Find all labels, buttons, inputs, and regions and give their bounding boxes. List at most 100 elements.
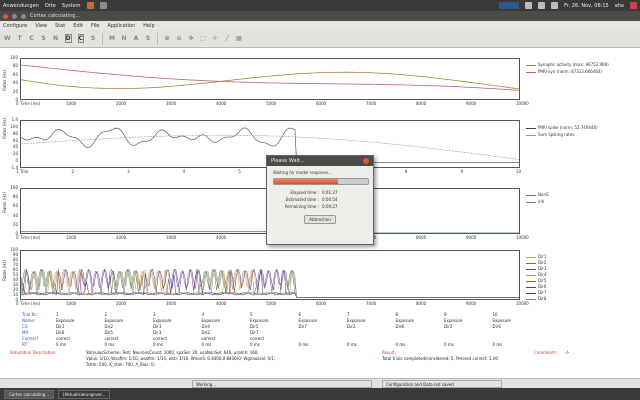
info-cell-correct: correct: [201, 336, 216, 341]
dialog-message: Waiting for model response...: [273, 170, 332, 175]
select-icon[interactable]: ⬚: [200, 35, 206, 42]
info-cell-name: Exposure: [395, 318, 415, 323]
p3-ytick: 40: [12, 212, 18, 218]
system-menu[interactable]: System: [62, 3, 81, 9]
minimize-icon[interactable]: [12, 13, 17, 19]
p2-ytick: 1.4: [11, 117, 18, 122]
p1-ytick: 20: [12, 88, 18, 94]
cancel-button[interactable]: Abbrechen: [304, 215, 336, 224]
menu-help[interactable]: Help: [143, 23, 154, 29]
plot3-ylabel: Rates (Hz): [2, 192, 7, 213]
info-cell-n: 3: [153, 312, 156, 317]
info-row-label: Trial Nr.:: [22, 312, 39, 317]
applications-menu[interactable]: Anwendungen: [3, 3, 39, 9]
remaining-row: Remaining time :0:00:27: [273, 204, 367, 209]
p1-xtick: 10000: [516, 101, 529, 106]
info-cell-mr: Dir8: [56, 330, 65, 335]
p3-xtick: 4000: [216, 235, 227, 240]
toolbar-button-m[interactable]: M: [109, 35, 115, 42]
legend-label: NonS: [538, 192, 549, 197]
pan-icon[interactable]: ✥: [188, 35, 194, 42]
volume-icon[interactable]: [538, 2, 546, 9]
toolbar-button-d[interactable]: D: [64, 34, 72, 43]
please-wait-dialog[interactable]: Please Wait... Waiting for model respons…: [266, 155, 374, 245]
plot1-legend-item-1: fMRI-syn (norm: 87312.666464): [526, 68, 609, 75]
p2-xtick: 2: [71, 169, 75, 174]
simulation-description-label: Simulation Description:: [10, 350, 57, 355]
p1-xtick: 1000: [66, 101, 77, 106]
crosshair-icon[interactable]: ✛: [212, 35, 218, 42]
legend-swatch: [526, 71, 536, 73]
line-icon[interactable]: ╱: [224, 35, 230, 42]
zoom-in-icon[interactable]: ⊕: [164, 35, 170, 42]
close-icon[interactable]: [363, 158, 369, 164]
plot4-svg: [21, 268, 519, 298]
legend-label: Dir3: [538, 266, 547, 271]
info-row-label: Name:: [22, 318, 36, 323]
toolbar-button-c2[interactable]: C: [77, 34, 85, 43]
info-cell-name: Exposure: [56, 318, 75, 323]
legend-label: Dir4: [538, 272, 547, 277]
mail-icon[interactable]: [551, 2, 559, 9]
p1-xtick: 5000: [266, 101, 277, 106]
status-save-state: Configuration and Data not saved: [382, 380, 502, 388]
p4-xtick: 5000: [266, 301, 277, 306]
menu-stat[interactable]: Stat: [55, 23, 65, 29]
trial-info: Trial Nr.: Name: CS: MR: Correct? RT: 1 Exposur…: [0, 310, 640, 378]
workspace-switcher[interactable]: [499, 2, 520, 9]
info-cell-name: Exposure: [104, 318, 124, 323]
simulation-description-text: StimulusScheme: Test; NeuronsCount: 1000…: [86, 350, 259, 355]
clock[interactable]: Fr, 26. Nov, 08:15: [564, 3, 609, 9]
info-cell-mr: Dir2: [201, 330, 210, 335]
power-icon[interactable]: [630, 2, 637, 9]
legend-swatch: [526, 262, 536, 264]
menu-file[interactable]: File: [91, 23, 99, 29]
p1-xtick: 4000: [216, 101, 227, 106]
info-cell-rt: 0 ms: [492, 342, 503, 347]
network-icon[interactable]: [525, 2, 533, 9]
toolbar-button-t[interactable]: T: [17, 35, 23, 42]
plot3-legend: NonS inh: [526, 191, 549, 205]
firefox-icon[interactable]: [86, 2, 94, 9]
maximize-icon[interactable]: [21, 13, 26, 19]
menu-view[interactable]: View: [35, 23, 47, 29]
p2-ytick: 40: [12, 144, 18, 150]
plot2-legend: fMRI spike (norm: 52.749446) Sum Spiking…: [526, 124, 598, 138]
info-cell-rt: 0 ms: [153, 342, 163, 347]
menu-edit[interactable]: Edit: [73, 23, 83, 29]
launcher-icon[interactable]: [99, 2, 107, 9]
window-titlebar[interactable]: Cortex calculating...: [0, 11, 640, 21]
toolbar-button-s[interactable]: S: [41, 35, 47, 42]
info-cell-name: Exposure: [444, 318, 463, 323]
user-name[interactable]: aha: [615, 3, 624, 9]
menu-configure[interactable]: Configure: [3, 23, 27, 29]
plot1[interactable]: [20, 58, 520, 100]
toolbar-button-s2[interactable]: S: [90, 35, 96, 42]
info-cell-rt: 0 ms: [298, 342, 309, 347]
p2-xtick: 4: [182, 169, 186, 174]
info-row-label: MR:: [22, 330, 30, 335]
toolbar: W T C S N D C S M N A S ⊕ ⊖ ✥ ⬚ ✛ ╱ ▦: [0, 30, 640, 48]
places-menu[interactable]: Orte: [45, 3, 56, 9]
toolbar-button-s3[interactable]: S: [145, 35, 151, 42]
estimated-row: Estimated time :0:00:54: [273, 197, 367, 202]
legend-label: Dir8: [538, 296, 547, 301]
menu-application[interactable]: Application: [107, 23, 135, 29]
toolbar-button-n2[interactable]: N: [121, 35, 127, 42]
window-title: Cortex calculating...: [30, 13, 81, 19]
toolbar-button-n[interactable]: N: [53, 35, 59, 42]
dialog-titlebar[interactable]: Please Wait...: [267, 156, 373, 166]
toolbar-button-c[interactable]: C: [29, 35, 35, 42]
plot1-series-fmri-syn: [21, 64, 519, 91]
info-cell-mr: Dir7: [250, 330, 259, 335]
toolbar-button-a[interactable]: A: [133, 35, 139, 42]
close-icon[interactable]: [3, 13, 8, 19]
info-cell-mr: Dir3: [153, 330, 162, 335]
taskbar-item-updates[interactable]: [Aktualisierungsver...: [58, 389, 111, 399]
taskbar-item-cortex[interactable]: Cortex calculating...: [4, 389, 55, 399]
plot4[interactable]: [20, 250, 520, 300]
info-cell-cs: Dir4: [201, 324, 210, 329]
toolbar-button-w[interactable]: W: [4, 35, 11, 42]
zoom-out-icon[interactable]: ⊖: [176, 35, 182, 42]
grid-icon[interactable]: ▦: [236, 35, 242, 42]
